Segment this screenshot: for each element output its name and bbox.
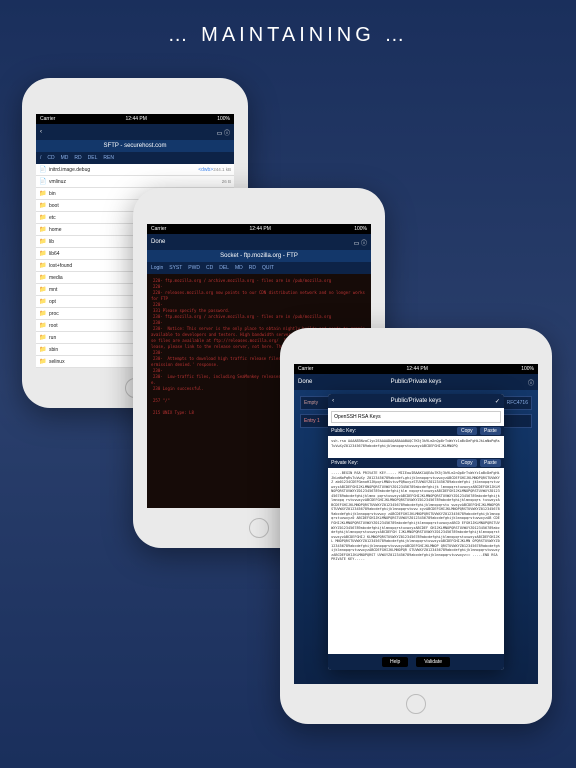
folder-icon: 📁	[39, 202, 49, 209]
folder-icon: 📁	[39, 358, 49, 365]
folder-icon: 📁	[39, 346, 49, 353]
toolbar-/[interactable]: /	[40, 155, 41, 161]
public-key-text[interactable]: ssh-rsa AAAAB3NzaC1yc2EAAAADAQABAAABAQC7…	[328, 436, 504, 458]
toolbar-cd[interactable]: CD	[206, 265, 213, 271]
tablet-keys: Carrier12:44 PM100% Done Public/Private …	[280, 328, 552, 724]
folder-icon: 📁	[39, 298, 49, 305]
file-icon: 📄	[39, 166, 49, 173]
dialog-back-button[interactable]: ‹	[332, 398, 334, 404]
toolbar-md[interactable]: MD	[235, 265, 243, 271]
info-button[interactable]: ▭ ⓘ	[337, 238, 367, 247]
private-key-text[interactable]: -----BEGIN RSA PRIVATE KEY----- MIIEowIB…	[328, 468, 504, 654]
path-toolbar[interactable]: / CD MD RD DEL REN	[36, 152, 234, 164]
public-key-header: Public Key: Copy Paste	[328, 426, 504, 436]
toolbar-quit[interactable]: QUIT	[262, 265, 274, 271]
private-key-header: Private Key: Copy Paste	[328, 458, 504, 468]
folder-icon: 📁	[39, 274, 49, 281]
toolbar-del[interactable]: DEL	[219, 265, 229, 271]
dialog-footer: Help Validate	[328, 654, 504, 670]
folder-icon: 📁	[39, 190, 49, 197]
file-name: vmlinuz	[49, 179, 222, 185]
toolbar-md[interactable]: MD	[61, 155, 69, 161]
done-button[interactable]: Done	[151, 239, 181, 245]
paste-private-button[interactable]: Paste	[480, 459, 501, 467]
status-bar: Carrier12:44 PM100%	[36, 114, 234, 124]
toolbar-pwd[interactable]: PWD	[188, 265, 200, 271]
folder-icon: 📁	[39, 310, 49, 317]
folder-icon: 📁	[39, 262, 49, 269]
nav-bar: Done Public/Private keys ⓘ	[294, 374, 538, 390]
toolbar-ren[interactable]: REN	[103, 155, 114, 161]
folder-icon: 📁	[39, 238, 49, 245]
folder-icon: 📁	[39, 226, 49, 233]
connection-title: Socket - ftp.mozilla.org - FTP	[147, 250, 371, 262]
home-button[interactable]	[249, 518, 269, 538]
status-bar: Carrier12:44 PM100%	[147, 224, 371, 234]
link-icon: 📄	[39, 178, 49, 185]
ftp-toolbar[interactable]: Login SYST PWD CD DEL MD RD QUIT	[147, 262, 371, 274]
headline: … MAINTAINING …	[0, 0, 576, 47]
folder-icon: 📁	[39, 322, 49, 329]
key-dialog: ‹ Public/Private keys ✓ Public Key: Copy…	[328, 394, 504, 670]
paste-public-button[interactable]: Paste	[480, 427, 501, 435]
folder-icon: 📁	[39, 214, 49, 221]
connection-title: SFTP - securehost.com	[36, 140, 234, 152]
toolbar-syst[interactable]: SYST	[169, 265, 182, 271]
status-bar: Carrier12:44 PM100%	[294, 364, 538, 374]
help-button[interactable]: Help	[382, 657, 408, 667]
toolbar-cd[interactable]: CD	[47, 155, 54, 161]
dialog-confirm-button[interactable]: ✓	[495, 398, 500, 405]
validate-button[interactable]: Validate	[416, 657, 450, 667]
list-item[interactable]: 📄initrd.image.debug<dwb>244.1 kB	[36, 164, 234, 176]
done-button[interactable]: Done	[298, 379, 328, 385]
toolbar-del[interactable]: DEL	[88, 155, 98, 161]
back-button[interactable]: ‹	[40, 129, 70, 135]
list-item[interactable]: 📄vmlinuz26 B	[36, 176, 234, 188]
toolbar-rd[interactable]: RD	[74, 155, 81, 161]
home-button[interactable]	[406, 694, 426, 714]
toolbar-rd[interactable]: RD	[249, 265, 256, 271]
file-name: initrd.image.debug	[49, 167, 198, 173]
folder-icon: 📁	[39, 286, 49, 293]
nav-bar: Done ▭ ⓘ	[147, 234, 371, 250]
info-button[interactable]: ▭ ⓘ	[200, 128, 230, 137]
copy-public-button[interactable]: Copy	[457, 427, 477, 435]
folder-icon: 📁	[39, 334, 49, 341]
file-meta: 26 B	[222, 179, 231, 184]
key-name-input[interactable]	[331, 411, 501, 423]
file-meta: 244.1 kB	[213, 167, 231, 172]
nav-bar: ‹ ▭ ⓘ	[36, 124, 234, 140]
toolbar-login[interactable]: Login	[151, 265, 163, 271]
dialog-header: ‹ Public/Private keys ✓	[328, 394, 504, 408]
copy-private-button[interactable]: Copy	[457, 459, 477, 467]
folder-icon: 📁	[39, 250, 49, 257]
info-button[interactable]: ⓘ	[504, 378, 534, 387]
